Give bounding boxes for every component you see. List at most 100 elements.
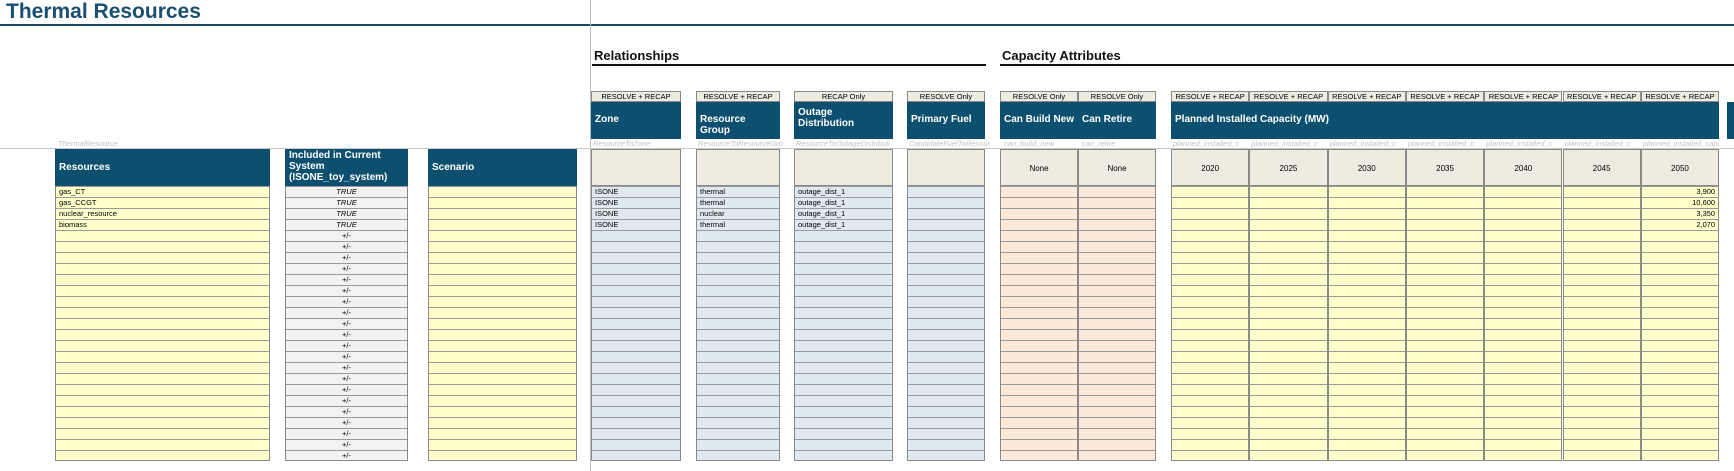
cell-scenario-row-9[interactable] — [429, 285, 576, 296]
cell-year2-row-22[interactable] — [1328, 428, 1405, 439]
cell-included-row-22[interactable]: +/- — [286, 428, 407, 439]
cell-build0-row-9[interactable] — [1001, 285, 1077, 296]
cell-build0-row-2[interactable] — [1001, 208, 1077, 219]
cell-year2-row-20[interactable] — [1328, 406, 1405, 417]
cell-build0-row-10[interactable] — [1001, 296, 1077, 307]
cell-year6-row-16[interactable] — [1641, 362, 1719, 373]
cell-year6-row-8[interactable] — [1641, 274, 1719, 285]
cell-rel1-row-17[interactable] — [697, 373, 779, 384]
cell-resources-row-4[interactable] — [56, 230, 269, 241]
cell-rel0-row-12[interactable] — [592, 318, 680, 329]
cell-year4-row-3[interactable] — [1485, 219, 1562, 230]
header-resources[interactable]: Resources — [55, 149, 270, 186]
cell-included-row-0[interactable]: TRUE — [286, 186, 407, 197]
cell-rel3-row-12[interactable] — [908, 318, 984, 329]
cell-resources-row-2[interactable]: nuclear_resource — [56, 208, 269, 219]
cell-rel0-row-23[interactable] — [592, 439, 680, 450]
cell-year0-row-12[interactable] — [1172, 318, 1249, 329]
cell-build1-row-23[interactable] — [1079, 439, 1155, 450]
cell-build0-row-0[interactable] — [1001, 186, 1077, 197]
cell-included-row-13[interactable]: +/- — [286, 329, 407, 340]
cell-resources-row-10[interactable] — [56, 296, 269, 307]
cell-year6-row-17[interactable] — [1641, 373, 1719, 384]
cell-build0-row-16[interactable] — [1001, 362, 1077, 373]
cell-rel2-row-2[interactable]: outage_dist_1 — [795, 208, 892, 219]
cell-included-row-21[interactable]: +/- — [286, 417, 407, 428]
cell-year3-row-17[interactable] — [1406, 373, 1484, 384]
cell-resources-row-6[interactable] — [56, 252, 269, 263]
cell-year0-row-10[interactable] — [1172, 296, 1249, 307]
cell-resources-row-9[interactable] — [56, 285, 269, 296]
cell-year5-row-14[interactable] — [1563, 340, 1640, 351]
header-scenario[interactable]: Scenario — [428, 149, 577, 186]
cell-year6-row-0[interactable]: 3,900 — [1641, 186, 1719, 197]
cell-rel0-row-10[interactable] — [592, 296, 680, 307]
cell-scenario-row-11[interactable] — [429, 307, 576, 318]
cell-rel2-row-7[interactable] — [795, 263, 892, 274]
cell-resources-row-8[interactable] — [56, 274, 269, 285]
cell-year4-row-1[interactable] — [1485, 197, 1562, 208]
cell-scenario-row-12[interactable] — [429, 318, 576, 329]
cell-build1-row-10[interactable] — [1079, 296, 1155, 307]
cell-rel0-row-0[interactable]: ISONE — [592, 186, 680, 197]
cell-rel3-row-20[interactable] — [908, 406, 984, 417]
cell-year1-row-9[interactable] — [1250, 285, 1327, 296]
cell-rel2-row-22[interactable] — [795, 428, 892, 439]
cell-build0-row-11[interactable] — [1001, 307, 1077, 318]
cell-year1-row-24[interactable] — [1250, 450, 1327, 461]
cell-year5-row-3[interactable] — [1563, 219, 1640, 230]
cell-rel3-row-8[interactable] — [908, 274, 984, 285]
cell-build1-row-2[interactable] — [1079, 208, 1155, 219]
cell-year5-row-9[interactable] — [1563, 285, 1640, 296]
cell-year2-row-24[interactable] — [1328, 450, 1405, 461]
cell-build1-row-8[interactable] — [1079, 274, 1155, 285]
cell-year5-row-4[interactable] — [1563, 230, 1640, 241]
cell-rel0-row-18[interactable] — [592, 384, 680, 395]
cell-build0-row-5[interactable] — [1001, 241, 1077, 252]
cell-scenario-row-5[interactable] — [429, 241, 576, 252]
cell-year0-row-13[interactable] — [1172, 329, 1249, 340]
cell-resources-row-15[interactable] — [56, 351, 269, 362]
cell-rel1-row-0[interactable]: thermal — [697, 186, 779, 197]
cell-rel2-row-21[interactable] — [795, 417, 892, 428]
cell-year6-row-9[interactable] — [1641, 285, 1719, 296]
header-build-0[interactable]: Can Build New — [1000, 102, 1078, 139]
cell-year3-row-14[interactable] — [1406, 340, 1484, 351]
cell-build1-row-11[interactable] — [1079, 307, 1155, 318]
cell-year4-row-10[interactable] — [1485, 296, 1562, 307]
cell-year0-row-21[interactable] — [1172, 417, 1249, 428]
cell-year1-row-17[interactable] — [1250, 373, 1327, 384]
cell-rel0-row-19[interactable] — [592, 395, 680, 406]
cell-resources-row-14[interactable] — [56, 340, 269, 351]
cell-scenario-row-2[interactable] — [429, 208, 576, 219]
cell-included-row-2[interactable]: TRUE — [286, 208, 407, 219]
cell-build0-row-13[interactable] — [1001, 329, 1077, 340]
cell-build0-row-23[interactable] — [1001, 439, 1077, 450]
cell-build1-row-9[interactable] — [1079, 285, 1155, 296]
cell-year6-row-6[interactable] — [1641, 252, 1719, 263]
cell-year0-row-20[interactable] — [1172, 406, 1249, 417]
cell-year1-row-23[interactable] — [1250, 439, 1327, 450]
cell-rel0-row-15[interactable] — [592, 351, 680, 362]
cell-resources-row-3[interactable]: biomass — [56, 219, 269, 230]
cell-rel1-row-9[interactable] — [697, 285, 779, 296]
cell-year1-row-7[interactable] — [1250, 263, 1327, 274]
cell-rel3-row-3[interactable] — [908, 219, 984, 230]
cell-included-row-12[interactable]: +/- — [286, 318, 407, 329]
cell-year3-row-5[interactable] — [1406, 241, 1484, 252]
cell-scenario-row-6[interactable] — [429, 252, 576, 263]
cell-year6-row-5[interactable] — [1641, 241, 1719, 252]
cell-build1-row-4[interactable] — [1079, 230, 1155, 241]
cell-rel1-row-6[interactable] — [697, 252, 779, 263]
cell-rel3-row-5[interactable] — [908, 241, 984, 252]
cell-build0-row-20[interactable] — [1001, 406, 1077, 417]
cell-rel1-row-20[interactable] — [697, 406, 779, 417]
cell-year4-row-17[interactable] — [1485, 373, 1562, 384]
cell-year2-row-1[interactable] — [1328, 197, 1405, 208]
cell-build1-row-3[interactable] — [1079, 219, 1155, 230]
cell-year6-row-15[interactable] — [1641, 351, 1719, 362]
cell-rel3-row-4[interactable] — [908, 230, 984, 241]
cell-rel2-row-9[interactable] — [795, 285, 892, 296]
cell-rel1-row-21[interactable] — [697, 417, 779, 428]
cell-resources-row-5[interactable] — [56, 241, 269, 252]
